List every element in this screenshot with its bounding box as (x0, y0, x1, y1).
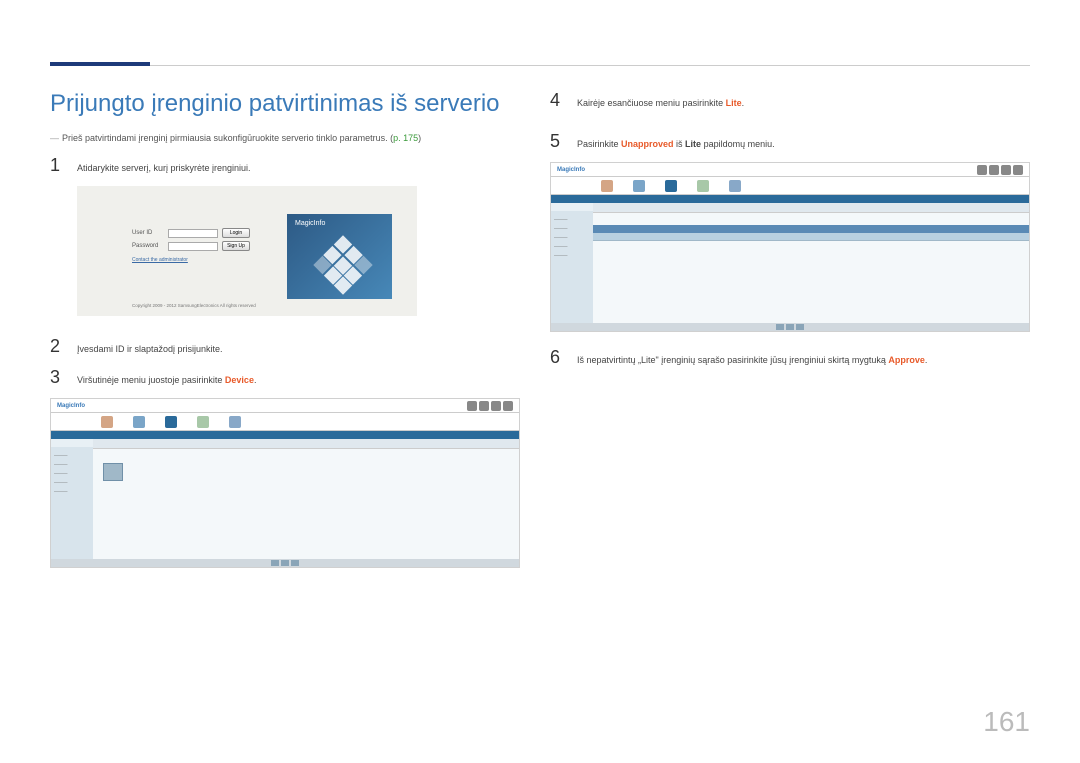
app-topbar: MagicInfo (551, 163, 1029, 177)
header-accent (50, 62, 150, 66)
step-number: 3 (50, 367, 65, 388)
unapproved-screenshot: MagicInfo ――― ――― ――― ――― (550, 162, 1030, 332)
sidebar-item[interactable]: ――― (54, 487, 90, 496)
table-row[interactable] (593, 233, 1029, 241)
step-4: 4 Kairėje esančiuose meniu pasirinkite L… (550, 90, 1030, 111)
sidebar-item[interactable]: ――― (554, 215, 590, 224)
device-thumbnail[interactable] (103, 463, 123, 481)
topbar-icon[interactable] (503, 401, 513, 411)
login-form: User ID Login Password Sign Up Contact t… (132, 228, 272, 263)
sidebar-item[interactable]: ――― (54, 460, 90, 469)
content-toolbar (93, 439, 519, 449)
contact-admin-link[interactable]: Contact the administrator (132, 257, 272, 263)
diamond-icon (313, 235, 372, 294)
copyright-text: Copyright 2009 - 2012 SamsungElectronics… (132, 303, 256, 308)
topbar-icon[interactable] (977, 165, 987, 175)
nav-icon[interactable] (633, 180, 645, 192)
main-content (593, 203, 1029, 323)
step-number: 1 (50, 155, 65, 176)
login-button[interactable]: Login (222, 228, 250, 238)
page-title: Prijungto įrenginio patvirtinimas iš ser… (50, 90, 520, 118)
device-screenshot: MagicInfo ――― ――― ――― ――― (50, 398, 520, 568)
step-number: 5 (550, 131, 565, 152)
page-button[interactable] (291, 560, 299, 566)
nav-icon[interactable] (101, 416, 113, 428)
step-text: Įvesdami ID ir slaptažodį prisijunkite. (77, 343, 223, 356)
topbar-icon[interactable] (467, 401, 477, 411)
topbar-icon[interactable] (491, 401, 501, 411)
config-note: Prieš patvirtindami įrenginį pirmiausia … (62, 133, 520, 143)
sidebar-item[interactable]: ――― (554, 242, 590, 251)
topbar-icon[interactable] (989, 165, 999, 175)
step-2: 2 Įvesdami ID ir slaptažodį prisijunkite… (50, 336, 520, 357)
step-text: Kairėje esančiuose meniu pasirinkite Lit… (577, 97, 744, 110)
step-text: Viršutinėje meniu juostoje pasirinkite D… (77, 374, 256, 387)
step-number: 6 (550, 347, 565, 368)
page-link[interactable]: p. 175 (393, 133, 418, 143)
pagination-footer (551, 323, 1029, 331)
sidebar: ――― ――― ――― ――― ――― (551, 211, 593, 323)
sidebar-item[interactable]: ――― (554, 224, 590, 233)
main-nav (551, 177, 1029, 195)
content-toolbar (593, 203, 1029, 213)
table-header (593, 225, 1029, 233)
password-label: Password (132, 243, 164, 249)
page-button[interactable] (776, 324, 784, 330)
nav-icon[interactable] (133, 416, 145, 428)
sidebar-item[interactable]: ――― (54, 451, 90, 460)
left-column: Prijungto įrenginio patvirtinimas iš ser… (50, 90, 520, 583)
step-3: 3 Viršutinėje meniu juostoje pasirinkite… (50, 367, 520, 388)
password-input[interactable] (168, 242, 218, 251)
main-nav (51, 413, 519, 431)
sub-nav (51, 431, 519, 439)
user-id-label: User ID (132, 230, 164, 236)
pagination-footer (51, 559, 519, 567)
topbar-icons (467, 401, 513, 411)
app-logo: MagicInfo (557, 167, 585, 173)
step-number: 2 (50, 336, 65, 357)
page-button[interactable] (281, 560, 289, 566)
nav-icon[interactable] (697, 180, 709, 192)
page-number: 161 (983, 706, 1030, 738)
logo-text: MagicInfo (287, 214, 392, 227)
nav-device-icon[interactable] (665, 180, 677, 192)
user-id-input[interactable] (168, 229, 218, 238)
topbar-icon[interactable] (479, 401, 489, 411)
topbar-icons (977, 165, 1023, 175)
sidebar-item[interactable]: ――― (54, 478, 90, 487)
sub-nav (551, 195, 1029, 203)
nav-device-icon[interactable] (165, 416, 177, 428)
sidebar: ――― ――― ――― ――― ――― (51, 447, 93, 559)
content-wrapper: Prijungto įrenginio patvirtinimas iš ser… (50, 90, 1030, 583)
main-content (93, 439, 519, 559)
app-topbar: MagicInfo (51, 399, 519, 413)
header-divider (50, 65, 1030, 66)
step-number: 4 (550, 90, 565, 111)
step-text: Iš nepatvirtintų „Lite" įrenginių sąrašo… (577, 354, 927, 367)
step-5: 5 Pasirinkite Unapproved iš Lite papildo… (550, 131, 1030, 152)
signup-button[interactable]: Sign Up (222, 241, 250, 251)
topbar-icon[interactable] (1013, 165, 1023, 175)
step-6: 6 Iš nepatvirtintų „Lite" įrenginių sąra… (550, 347, 1030, 368)
app-logo: MagicInfo (57, 403, 85, 409)
sidebar-item-lite[interactable]: ――― (554, 233, 590, 242)
nav-icon[interactable] (197, 416, 209, 428)
step-text: Pasirinkite Unapproved iš Lite papildomų… (577, 138, 775, 151)
page-button[interactable] (271, 560, 279, 566)
right-column: 4 Kairėje esančiuose meniu pasirinkite L… (550, 90, 1030, 583)
nav-icon[interactable] (729, 180, 741, 192)
page-button[interactable] (786, 324, 794, 330)
page-button[interactable] (796, 324, 804, 330)
step-text: Atidarykite serverį, kurį priskyrėte įre… (77, 162, 251, 175)
login-screenshot: User ID Login Password Sign Up Contact t… (77, 186, 417, 316)
sidebar-item[interactable]: ――― (54, 469, 90, 478)
topbar-icon[interactable] (1001, 165, 1011, 175)
sidebar-item[interactable]: ――― (554, 251, 590, 260)
nav-icon[interactable] (229, 416, 241, 428)
nav-icon[interactable] (601, 180, 613, 192)
step-1: 1 Atidarykite serverį, kurį priskyrėte į… (50, 155, 520, 176)
magicinfo-logo-box: MagicInfo (287, 214, 392, 299)
